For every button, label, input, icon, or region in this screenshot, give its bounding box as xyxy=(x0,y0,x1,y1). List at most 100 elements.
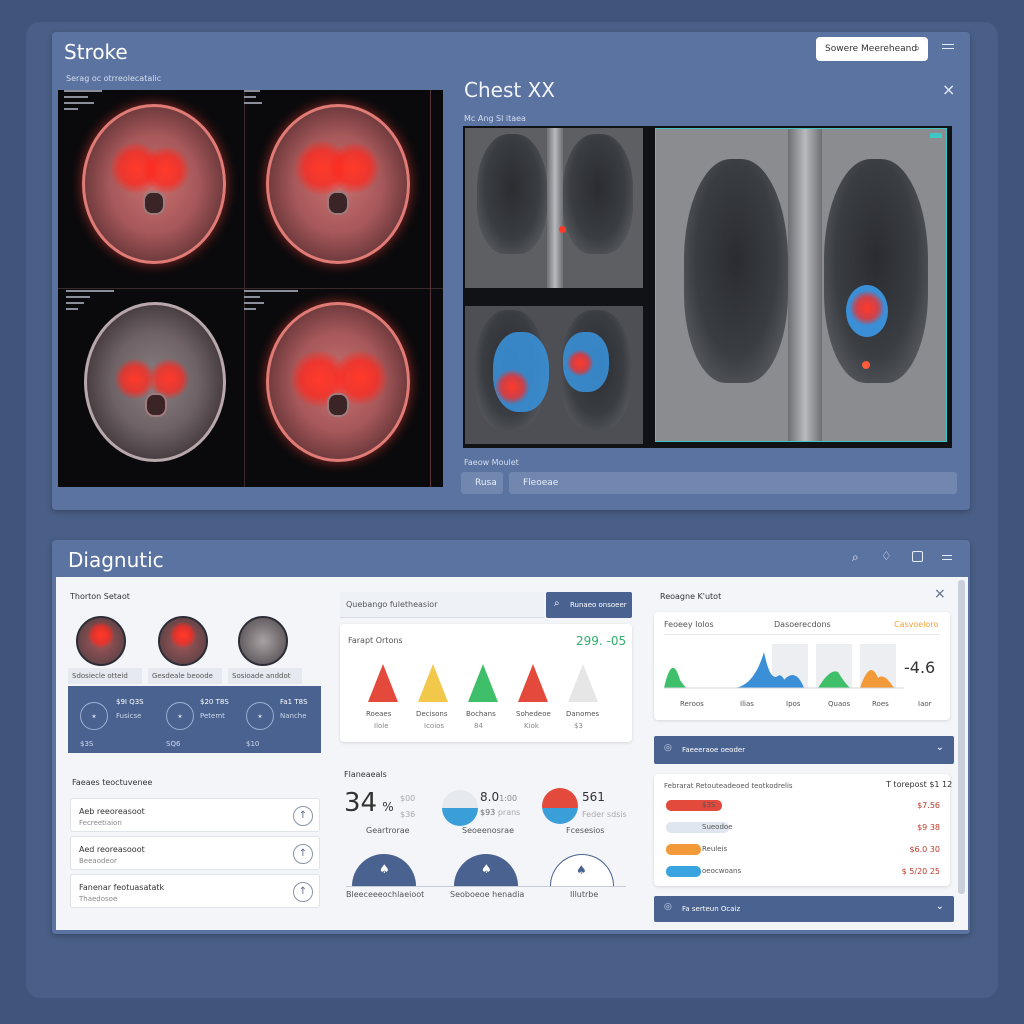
menu-icon[interactable] xyxy=(942,44,954,49)
triangle-bar xyxy=(368,664,398,702)
cost-row-name: Sueodoe xyxy=(702,823,733,831)
search-icon: ⌕ xyxy=(554,598,560,609)
right-lung xyxy=(563,134,633,254)
thumb-2-label: Gesdeale beoode xyxy=(148,668,222,684)
person-icon: ♠ xyxy=(379,862,390,876)
list-item[interactable]: Aed reoreasooot Beeaodeor ↑ xyxy=(70,836,320,870)
xray-hotspot xyxy=(495,370,529,404)
scrollbar[interactable] xyxy=(958,580,965,894)
triangle-sublabel: Icoios xyxy=(424,722,445,730)
thumb-2[interactable] xyxy=(158,616,208,666)
list-item[interactable]: Fanenar feotuasatatk Thaedosoe ↑ xyxy=(70,874,320,908)
thumb-1[interactable] xyxy=(76,616,126,666)
big-metric-value: 34 xyxy=(344,788,378,818)
triangle-bar xyxy=(568,664,598,702)
chest-xray-viewer[interactable] xyxy=(463,126,952,448)
triangle-sublabel: Kiok xyxy=(524,722,539,730)
right-metric-caption: Fcesesios xyxy=(566,826,605,835)
circle-arrow-icon[interactable]: ↑ xyxy=(293,844,313,864)
search-icon[interactable]: ⌕ xyxy=(852,550,859,565)
brain-ventricle xyxy=(143,191,165,215)
cost-row-value: $6.0 30 xyxy=(909,845,940,854)
scan-metadata xyxy=(244,90,282,108)
list-item[interactable]: Aeb reeoreasoot Fecreetiaion ↑ xyxy=(70,798,320,832)
viewer-border-right xyxy=(430,90,431,487)
big-metric-caption: Geartrorae xyxy=(366,826,410,835)
stroke-mri-viewer[interactable] xyxy=(58,90,443,487)
list-item-sub: Beeaodeor xyxy=(79,857,117,865)
left-lung xyxy=(477,134,547,254)
calendar-icon[interactable] xyxy=(912,551,923,562)
brain-scan-2[interactable] xyxy=(266,104,410,264)
lesion-hotspot xyxy=(88,622,114,648)
left-lung xyxy=(684,159,788,383)
axis-label: Iaor xyxy=(918,700,932,708)
chest-title: Chest XX xyxy=(464,78,555,102)
thumb-3[interactable] xyxy=(238,616,288,666)
search-placeholder: Sowere Meereheand xyxy=(825,44,918,54)
rusa-button[interactable]: Rusa xyxy=(461,472,503,494)
scan-metadata xyxy=(66,290,114,314)
xray-hotspot xyxy=(850,291,884,325)
dropdown-2[interactable]: ◎ Fa serteun Ocaiz ⌄ xyxy=(654,896,954,922)
axis-label: Ilias xyxy=(740,700,754,708)
menu-icon[interactable] xyxy=(942,555,952,560)
dropdown-1[interactable]: ◎ Faeeeraoe oeoder ⌄ xyxy=(654,736,954,764)
cost-row-value: $9 38 xyxy=(917,823,940,832)
xray-thumb-1[interactable] xyxy=(465,128,643,288)
query-button-label: Runaeo onsoeer xyxy=(570,601,627,609)
xray-marker xyxy=(559,226,566,233)
close-icon[interactable]: × xyxy=(934,586,946,602)
stat-2-mid: Petemt xyxy=(200,712,225,720)
stroke-subtitle: Serag oc otrreolecatalic xyxy=(66,74,162,83)
big-metric: 34 % xyxy=(344,788,394,818)
group-icon: ♠ xyxy=(576,863,587,877)
cost-row-name: $3S xyxy=(702,801,716,809)
circle-arrow-icon[interactable]: ↑ xyxy=(293,806,313,826)
search-icon: ⌕ xyxy=(914,43,920,54)
list-item-title: Aeb reeoreasoot xyxy=(79,807,145,816)
chevron-down-icon: ⌄ xyxy=(935,901,944,912)
brain-scan-1[interactable] xyxy=(82,104,226,264)
query-placeholder: Quebango fuletheasior xyxy=(346,600,438,609)
dome-baseline xyxy=(346,886,626,887)
list-heading: Faeaes teoctuvenee xyxy=(72,778,153,787)
query-input[interactable]: Quebango fuletheasior xyxy=(340,592,544,618)
stat-icon: ⋆ xyxy=(80,702,108,730)
triangle-bar xyxy=(468,664,498,702)
close-icon[interactable]: × xyxy=(942,80,955,99)
spine xyxy=(547,128,563,288)
bell-icon[interactable]: ♢ xyxy=(881,549,892,563)
thumb-3-label: Sosioade anddot xyxy=(228,668,302,684)
triangle-label: Decisons xyxy=(416,710,448,718)
query-search-button[interactable]: ⌕ Runaeo onsoeer xyxy=(546,592,632,618)
circle-arrow-icon[interactable]: ↑ xyxy=(293,882,313,902)
mid-metric-caption: Seoeenosrae xyxy=(462,826,514,835)
xray-thumb-2[interactable] xyxy=(465,306,643,444)
stat-2-top: $20 T8S xyxy=(200,698,229,706)
triangle-sublabel: 84 xyxy=(474,722,483,730)
list-item-sub: Thaedosoe xyxy=(79,895,118,903)
search-input[interactable]: Sowere Meereheand ⌕ xyxy=(816,37,928,61)
brain-ventricle xyxy=(145,393,167,417)
brain-ventricle xyxy=(327,191,349,215)
area-chart-big: -4.6 xyxy=(904,658,936,677)
brain-scan-3[interactable] xyxy=(84,302,226,462)
scan-metadata xyxy=(244,290,298,314)
triangle-label: Sohedeoe xyxy=(516,710,551,718)
stat-2-bot: SQ6 xyxy=(166,740,181,748)
stat-3-bot: $10 xyxy=(246,740,260,748)
chest-subtitle: Mc Ang Sl itaea xyxy=(464,114,526,123)
dropdown-icon: ◎ xyxy=(664,902,672,912)
xray-main[interactable] xyxy=(655,128,947,442)
triangle-label: Danomes xyxy=(566,710,600,718)
fleoeae-button[interactable]: Fleoeae xyxy=(509,472,957,494)
perf-heading: Flaneaeals xyxy=(344,770,387,779)
xray-hotspot xyxy=(567,350,593,376)
triangle-sublabel: $3 xyxy=(574,722,583,730)
brain-scan-4[interactable] xyxy=(266,302,410,462)
mid-metric-ring xyxy=(442,790,478,826)
triangle-chart-card: Farapt Ortons 299. -05 Roeaes Ilole Deciso… xyxy=(340,624,632,742)
mid-metric-small: $93 prans xyxy=(480,808,521,817)
big-metric-small2: $36 xyxy=(400,810,416,819)
